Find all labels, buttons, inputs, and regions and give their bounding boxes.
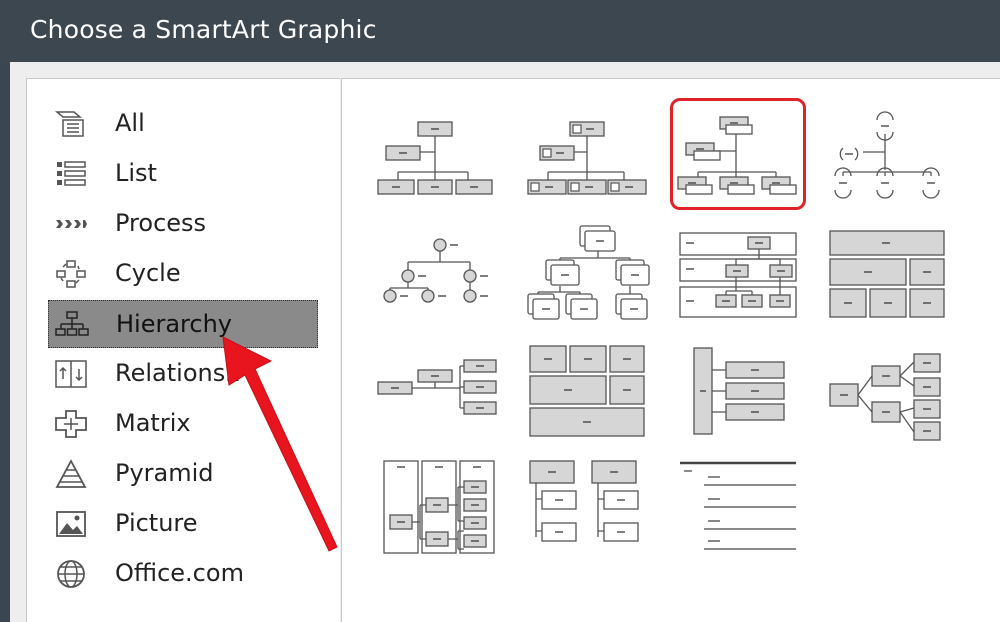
matrix-icon: [55, 410, 87, 438]
category-office-com[interactable]: Office.com: [48, 550, 318, 598]
category-cycle[interactable]: Cycle: [48, 250, 318, 298]
selected-layout-highlight: [670, 98, 806, 210]
category-label: Pyramid: [115, 459, 214, 487]
layout-hierarchy[interactable]: [520, 220, 660, 325]
layout-hierarchy-text-list[interactable]: [670, 455, 810, 560]
category-process[interactable]: Process: [48, 200, 318, 248]
relationship-icon: [55, 360, 87, 388]
category-label: Matrix: [115, 409, 191, 437]
layout-picture-organization-chart[interactable]: [520, 110, 660, 215]
category-list-item[interactable]: List: [48, 150, 318, 198]
globe-icon: [57, 560, 85, 588]
category-label: List: [115, 159, 157, 187]
all-icon: [54, 111, 84, 137]
category-label: Cycle: [115, 259, 181, 287]
layout-organization-chart[interactable]: [370, 110, 510, 215]
layout-horizontal-labeled-hierarchy[interactable]: [370, 455, 510, 560]
process-icon: [56, 220, 87, 228]
category-label: Picture: [115, 509, 198, 537]
picture-icon: [56, 511, 86, 537]
layout-horizontal-organization-chart[interactable]: [370, 340, 510, 445]
dialog-title: Choose a SmartArt Graphic: [30, 15, 377, 44]
layout-table-hierarchy[interactable]: [822, 225, 962, 330]
category-label: Office.com: [115, 559, 244, 587]
layout-hierarchy-list[interactable]: [522, 340, 662, 445]
title-bar: Choose a SmartArt Graphic: [0, 0, 1000, 62]
category-all[interactable]: All: [48, 100, 318, 148]
layout-lined-list[interactable]: [670, 340, 810, 445]
layout-architecture-layout[interactable]: [520, 455, 660, 560]
annotation-arrow: [222, 336, 338, 552]
layout-half-circle-organization-chart[interactable]: [815, 110, 955, 215]
category-label: All: [115, 109, 145, 137]
cycle-icon: [56, 260, 86, 288]
list-icon: [57, 161, 86, 186]
category-label: Process: [115, 209, 207, 237]
pyramid-icon: [55, 459, 87, 488]
layout-horizontal-hierarchy[interactable]: [818, 340, 958, 445]
layout-labeled-hierarchy[interactable]: [670, 225, 810, 330]
layout-circle-picture-hierarchy[interactable]: [370, 230, 510, 335]
hierarchy-icon: [55, 311, 89, 336]
